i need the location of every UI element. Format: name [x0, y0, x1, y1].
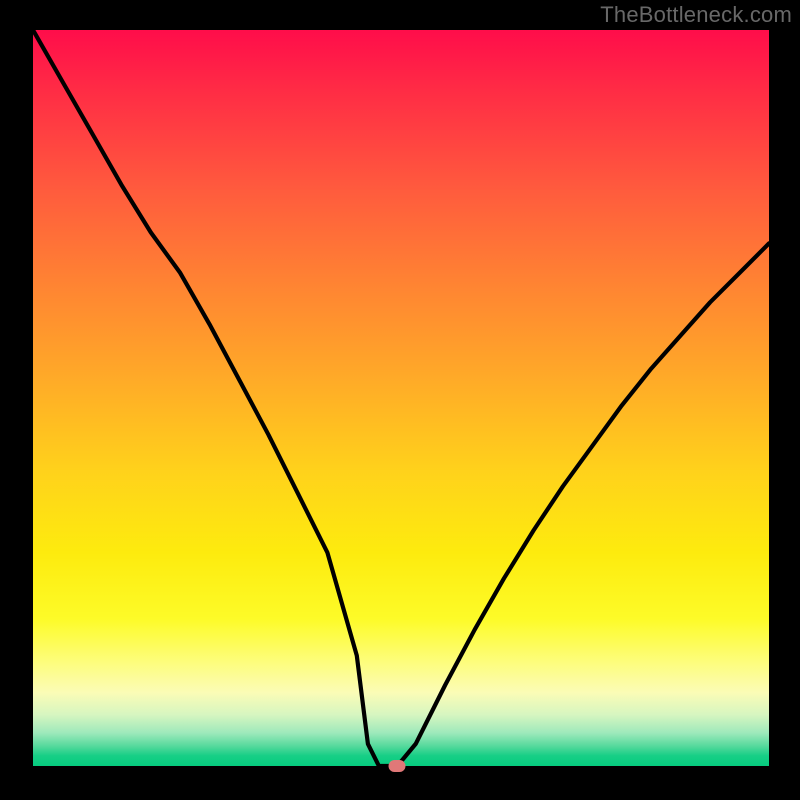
chart-frame: TheBottleneck.com [0, 0, 800, 800]
plot-area [33, 30, 769, 766]
optimum-marker [389, 760, 406, 772]
watermark-text: TheBottleneck.com [600, 2, 792, 28]
bottleneck-curve [33, 30, 769, 766]
